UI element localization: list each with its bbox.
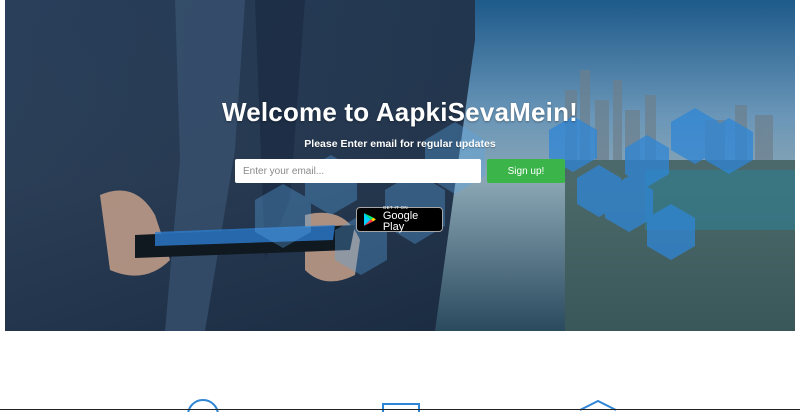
signup-button[interactable]: Sign up!: [487, 159, 565, 183]
hero-subtitle: Please Enter email for regular updates: [304, 138, 496, 150]
email-input[interactable]: [235, 159, 481, 183]
bottom-divider: [0, 409, 800, 410]
hero-title: Welcome to AapkiSevaMein!: [221, 97, 579, 127]
google-play-icon: [363, 213, 376, 226]
google-play-big-text: Google Play: [382, 210, 419, 234]
google-play-badge[interactable]: GET IT ON Google Play: [356, 205, 443, 234]
